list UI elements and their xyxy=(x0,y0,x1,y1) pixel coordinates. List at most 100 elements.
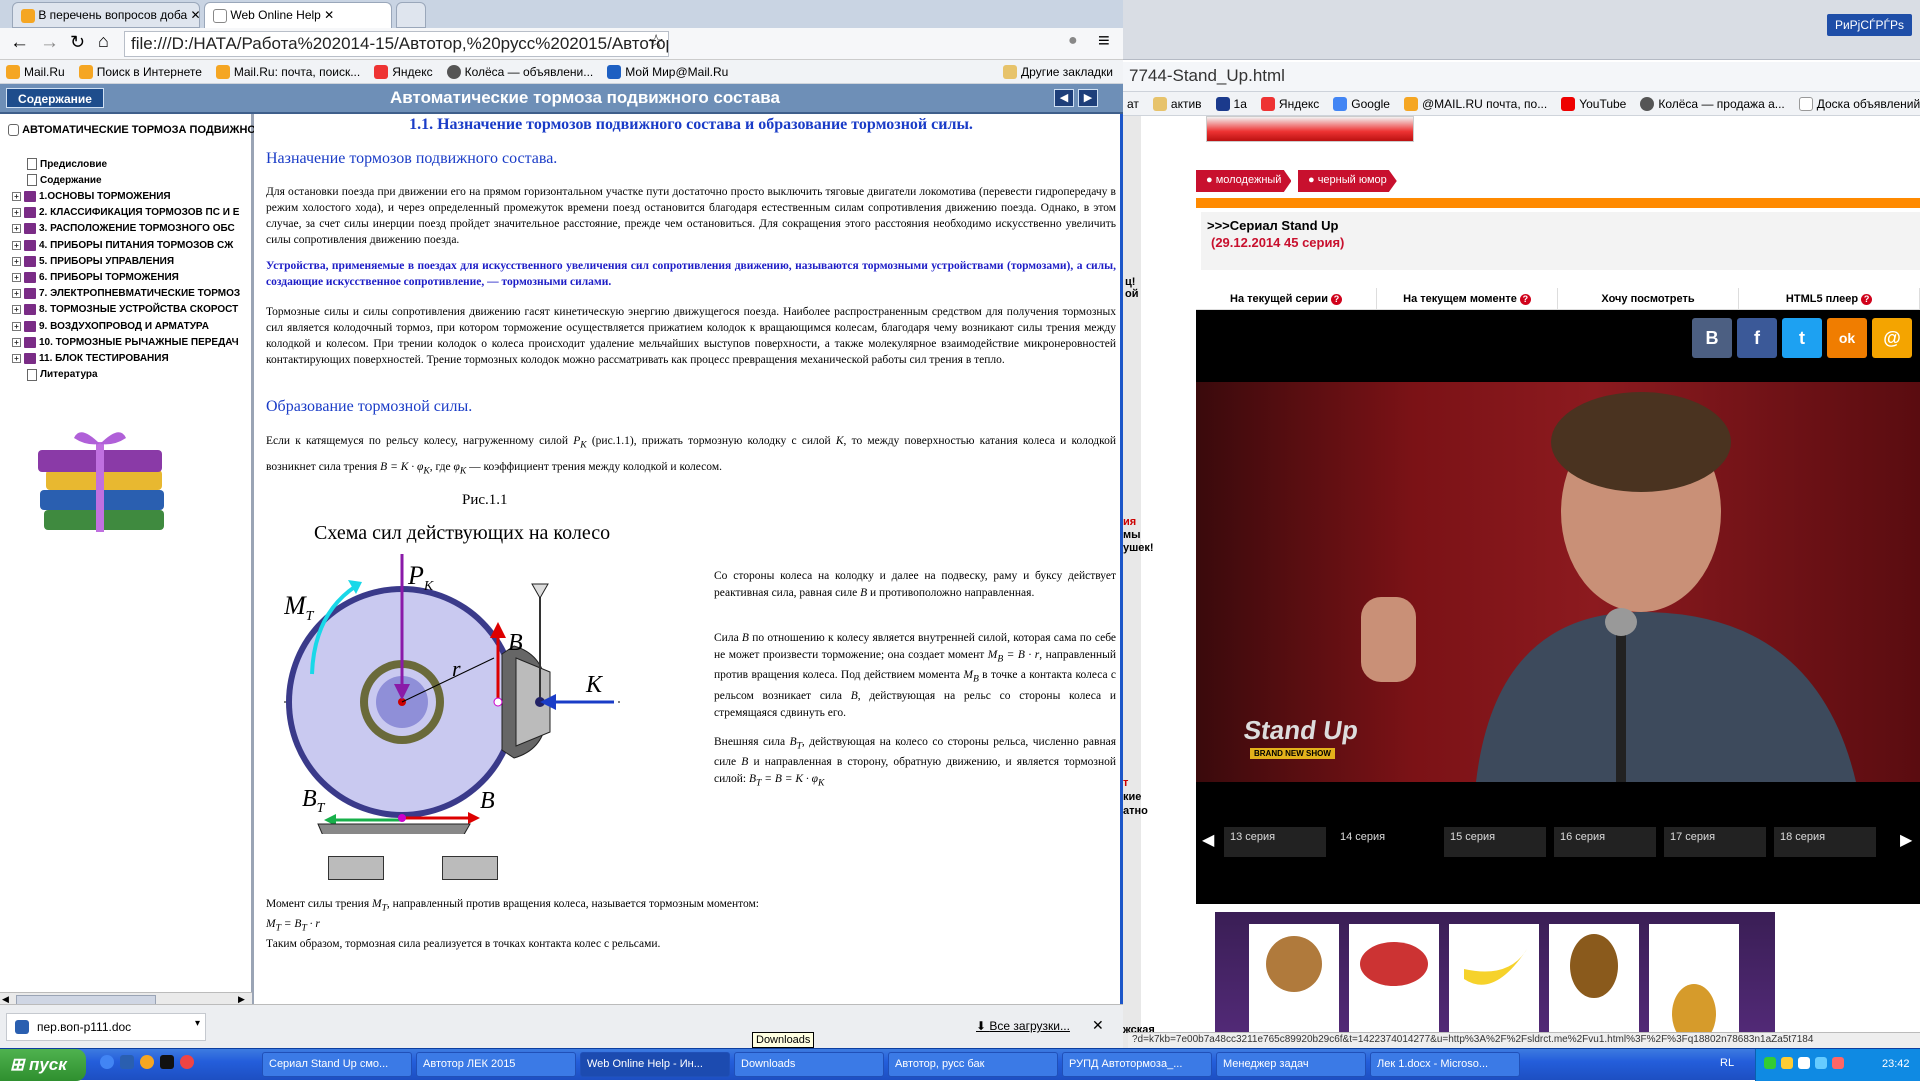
odnoklassniki-share-icon[interactable]: ok xyxy=(1827,318,1867,358)
bookmark-item[interactable]: актив xyxy=(1152,96,1202,111)
tray-icon[interactable] xyxy=(1781,1057,1793,1069)
banner-image[interactable] xyxy=(1206,116,1414,142)
all-downloads-link[interactable]: ⬇ Все загрузки... xyxy=(976,1019,1070,1033)
right-address-bar[interactable]: 7744-Stand_Up.html xyxy=(1123,62,1920,92)
taskbar-item[interactable]: Автотор ЛЕК 2015 xyxy=(416,1052,576,1077)
episode-item[interactable]: 18 серия xyxy=(1774,827,1876,857)
taskbar-item[interactable]: Web Online Help - Ин... xyxy=(580,1052,730,1077)
bookmark-item[interactable]: @MAIL.RU почта, по... xyxy=(1403,96,1547,111)
video-player[interactable]: В f t ok @ Stand Up BRAND NEW SHOW ◀ ▶ 1… xyxy=(1196,310,1920,904)
toc-item[interactable]: Содержание xyxy=(12,172,252,188)
bookmark-item[interactable]: Mail.Ru xyxy=(6,64,65,79)
toc-root[interactable]: АВТОМАТИЧЕСКИЕ ТОРМОЗА ПОДВИЖНО xyxy=(8,124,254,137)
toc-item[interactable]: +1.ОСНОВЫ ТОРМОЖЕНИЯ xyxy=(12,188,252,204)
language-indicator[interactable]: RL xyxy=(1720,1057,1734,1069)
new-tab-button[interactable] xyxy=(396,2,426,28)
menu-icon[interactable]: ≡ xyxy=(1098,30,1110,53)
twitter-share-icon[interactable]: t xyxy=(1782,318,1822,358)
dropdown-arrow-icon[interactable]: ▾ xyxy=(195,1018,200,1029)
mail-share-icon[interactable]: @ xyxy=(1872,318,1912,358)
expand-icon[interactable]: + xyxy=(12,191,21,201)
taskbar-item[interactable]: Лек 1.docx - Microso... xyxy=(1370,1052,1520,1077)
tab-want-to-watch[interactable]: Хочу посмотреть xyxy=(1558,288,1739,309)
toc-item[interactable]: +7. ЭЛЕКТРОПНЕВМАТИЧЕСКИЕ ТОРМОЗ xyxy=(12,286,252,302)
tab-web-online-help[interactable]: Web Online Help ✕ xyxy=(204,2,392,28)
episode-item[interactable]: 15 серия xyxy=(1444,827,1546,857)
bookmark-item[interactable]: 1а xyxy=(1215,96,1247,111)
toc-item[interactable]: +5. ПРИБОРЫ УПРАВЛЕНИЯ xyxy=(12,253,252,269)
bookmark-item[interactable]: Доска объявлений Ol... xyxy=(1798,96,1920,111)
toc-item[interactable]: +4. ПРИБОРЫ ПИТАНИЯ ТОРМОЗОВ СЖ xyxy=(12,237,252,253)
prev-arrow-icon[interactable]: ◀ xyxy=(1202,830,1214,850)
vk-share-icon[interactable]: В xyxy=(1692,318,1732,358)
tab-questions[interactable]: В перечень вопросов доба ✕ xyxy=(12,2,200,28)
download-item[interactable]: пер.воп-р111.doc ▾ xyxy=(6,1013,206,1041)
bookmark-item[interactable]: Яндекс xyxy=(1260,96,1319,111)
next-page-icon[interactable]: ▶ xyxy=(1078,89,1098,107)
tag-black-humor[interactable]: ● черный юмор xyxy=(1298,170,1397,192)
tray-icon[interactable] xyxy=(1798,1057,1810,1069)
taskbar-item[interactable]: Автотор, русс бак xyxy=(888,1052,1058,1077)
toc-item[interactable]: Предисловие xyxy=(12,156,252,172)
bookmark-item[interactable]: YouTube xyxy=(1561,96,1626,111)
back-icon[interactable]: ← xyxy=(10,32,29,54)
prev-page-icon[interactable]: ◀ xyxy=(1054,89,1074,107)
bookmark-item[interactable]: ат xyxy=(1127,97,1139,111)
slot-machine-ad[interactable] xyxy=(1215,912,1775,1048)
opera-icon[interactable] xyxy=(180,1055,194,1069)
extension-icon[interactable]: ● xyxy=(1068,32,1078,50)
episode-item[interactable]: 14 серия xyxy=(1334,827,1436,857)
toc-item[interactable]: Литература xyxy=(12,367,252,383)
tab-html5-player[interactable]: HTML5 плеер? xyxy=(1739,288,1920,309)
expand-icon[interactable]: + xyxy=(12,240,21,250)
start-button[interactable]: ⊞ пуск xyxy=(0,1049,86,1081)
toc-item[interactable]: +2. КЛАССИФИКАЦИЯ ТОРМОЗОВ ПС И Е xyxy=(12,205,252,221)
home-icon[interactable]: ⌂ xyxy=(98,31,109,52)
close-icon[interactable]: ✕ xyxy=(1092,1017,1104,1034)
expand-icon[interactable]: + xyxy=(12,208,21,218)
app-icon[interactable] xyxy=(140,1055,154,1069)
episode-item[interactable]: 13 серия xyxy=(1224,827,1326,857)
toc-item[interactable]: +6. ПРИБОРЫ ТОРМОЖЕНИЯ xyxy=(12,269,252,285)
expand-icon[interactable]: + xyxy=(12,353,21,363)
expand-icon[interactable]: + xyxy=(12,272,21,282)
taskbar-item[interactable]: РУПД Автотормоза_... xyxy=(1062,1052,1212,1077)
toc-item[interactable]: +10. ТОРМОЗНЫЕ РЫЧАЖНЫЕ ПЕРЕДАЧ xyxy=(12,334,252,350)
toc-item[interactable]: +3. РАСПОЛОЖЕНИЕ ТОРМОЗНОГО ОБС xyxy=(12,221,252,237)
toc-item[interactable]: +8. ТОРМОЗНЫЕ УСТРОЙСТВА СКОРОСТ xyxy=(12,302,252,318)
media-icon[interactable] xyxy=(160,1055,174,1069)
taskbar-item[interactable]: Сериал Stand Up смо... xyxy=(262,1052,412,1077)
reload-icon[interactable]: ↻ xyxy=(70,32,85,53)
expand-icon[interactable]: + xyxy=(12,289,21,299)
chrome-icon[interactable] xyxy=(100,1055,114,1069)
expand-icon[interactable]: + xyxy=(12,256,21,266)
taskbar-item[interactable]: Downloads xyxy=(734,1052,884,1077)
expand-icon[interactable]: + xyxy=(12,305,21,315)
contents-button[interactable]: Содержание xyxy=(6,88,104,108)
toc-item[interactable]: +9. ВОЗДУХОПРОВОД И АРМАТУРА xyxy=(12,318,252,334)
bookmark-item[interactable]: Поиск в Интернете xyxy=(78,64,202,79)
bookmark-item[interactable]: Mail.Ru: почта, поиск... xyxy=(215,64,360,79)
other-bookmarks[interactable]: Другие закладки xyxy=(1003,64,1123,79)
episode-item[interactable]: 17 серия xyxy=(1664,827,1766,857)
taskbar-item[interactable]: Менеджер задач xyxy=(1216,1052,1366,1077)
bookmark-item[interactable]: Google xyxy=(1333,96,1390,111)
word-icon[interactable] xyxy=(120,1055,134,1069)
series-title[interactable]: >>>Сериал Stand Up xyxy=(1207,218,1914,233)
tab-current-series[interactable]: На текущей серии? xyxy=(1196,288,1377,309)
star-icon[interactable]: ☆ xyxy=(648,31,664,52)
tray-icon[interactable] xyxy=(1832,1057,1844,1069)
bookmark-item[interactable]: Яндекс xyxy=(374,64,433,79)
address-bar[interactable]: file:///D:/НАТА/Работа%202014-15/Автотор… xyxy=(124,31,669,57)
facebook-share-icon[interactable]: f xyxy=(1737,318,1777,358)
tray-icon[interactable] xyxy=(1815,1057,1827,1069)
tag-youth[interactable]: ● молодежный xyxy=(1196,170,1292,192)
tray-icon[interactable] xyxy=(1764,1057,1776,1069)
episode-item[interactable]: 16 серия xyxy=(1554,827,1656,857)
bookmark-item[interactable]: Колёса — объявлени... xyxy=(446,64,593,79)
tab-current-moment[interactable]: На текущем моменте? xyxy=(1377,288,1558,309)
expand-icon[interactable]: + xyxy=(12,224,21,234)
expand-icon[interactable]: + xyxy=(12,337,21,347)
bookmark-item[interactable]: Колёса — продажа а... xyxy=(1640,96,1785,111)
expand-icon[interactable]: + xyxy=(12,321,21,331)
